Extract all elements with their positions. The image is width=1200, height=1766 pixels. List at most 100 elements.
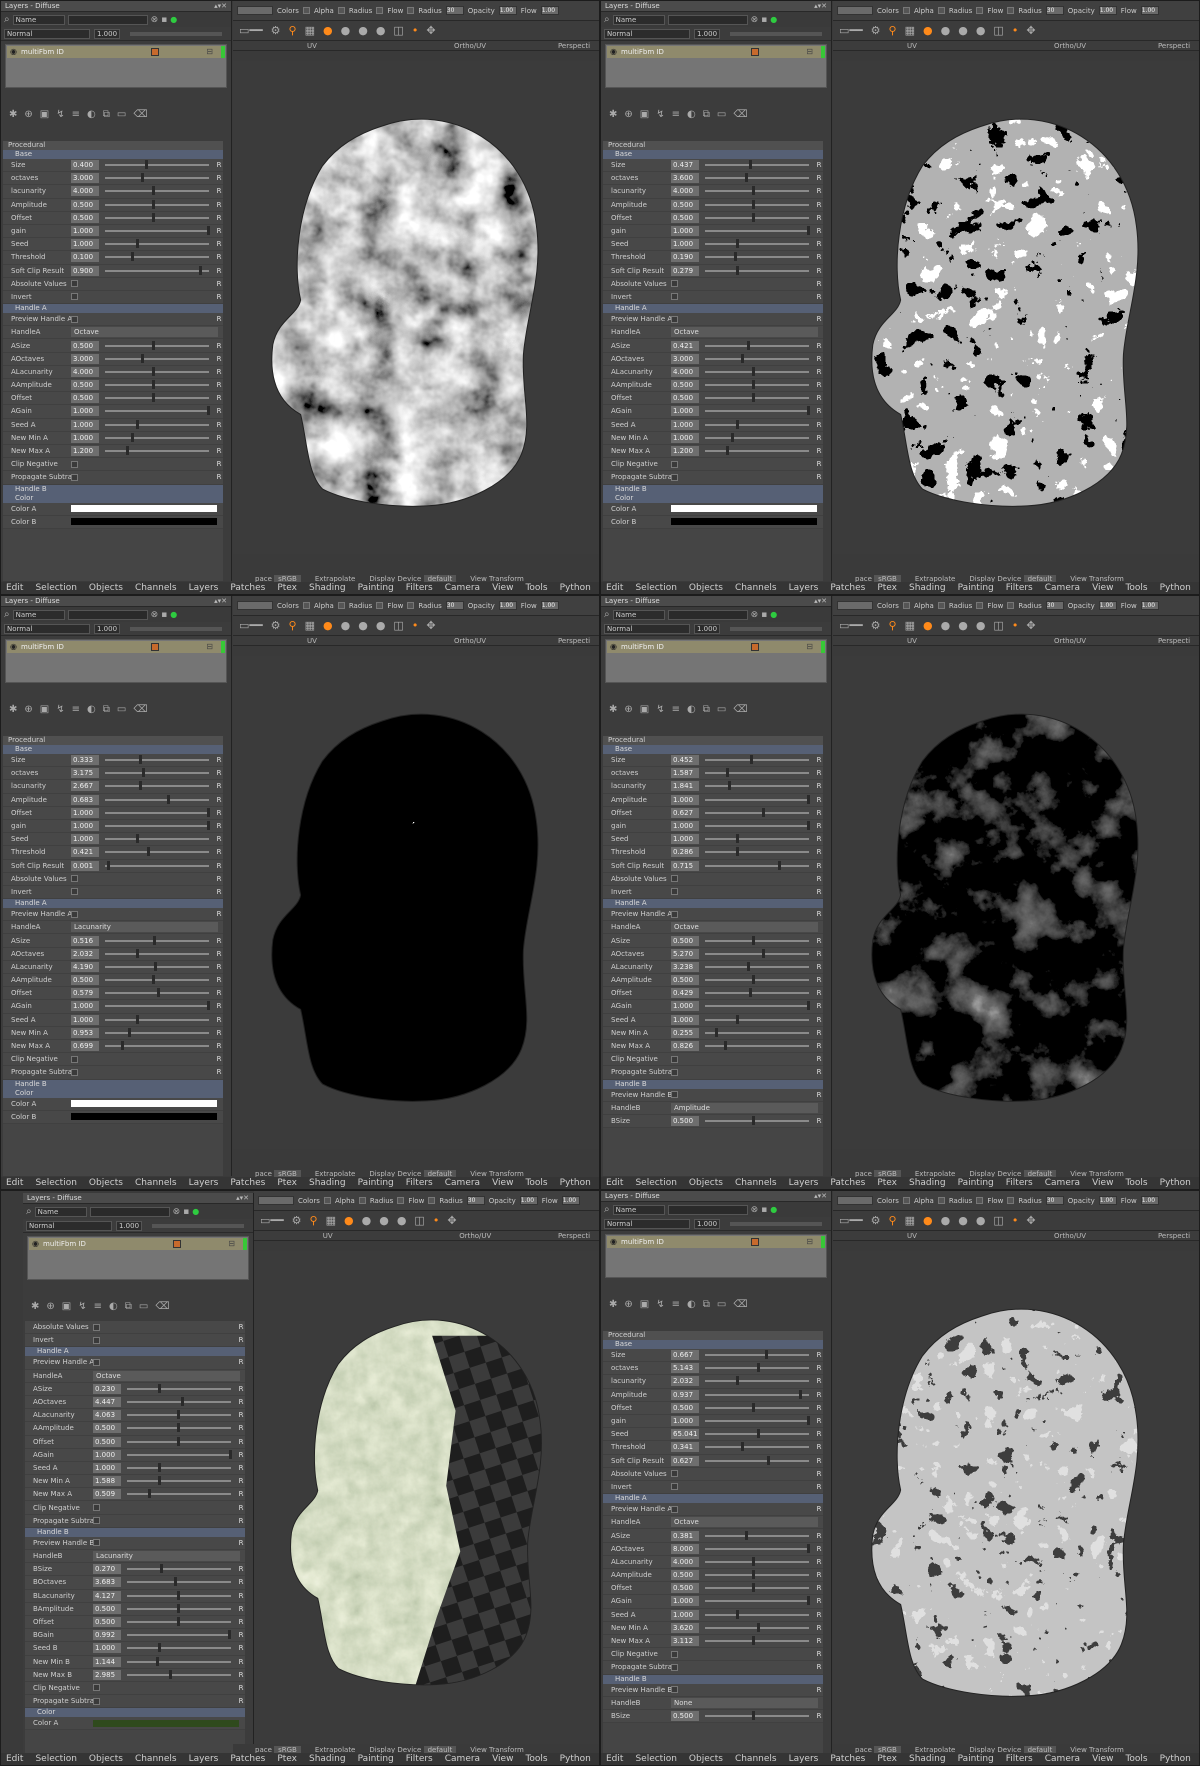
param-value-field[interactable]: 1.000 [671,419,699,430]
layer-item[interactable]: ◉ multiFbm ID ⊟ [607,46,825,58]
param-slider[interactable] [705,1001,810,1011]
viewport-scene[interactable] [833,1251,1199,1744]
radius-value-field[interactable]: 30 [445,601,464,610]
grid-icon[interactable]: ▦ [905,1214,915,1227]
slider-handle[interactable] [744,1530,748,1540]
reset-button[interactable]: R [215,187,223,195]
param-checkbox[interactable] [671,1686,678,1694]
group-header[interactable]: Color [3,493,223,503]
group-header[interactable]: Handle B [603,1674,823,1684]
mask-add-icon[interactable]: ◐ [87,109,96,120]
slider-handle[interactable] [757,1429,760,1439]
param-checkbox[interactable] [671,1055,678,1063]
reset-button[interactable]: R [237,1517,245,1525]
frame-icon[interactable]: ◫ [993,619,1003,632]
duplicate-icon[interactable]: ⧉ [103,704,110,715]
param-value-field[interactable]: 0.230 [93,1383,121,1394]
group-header[interactable]: Color [25,1708,245,1718]
opacity-slider[interactable] [730,31,822,36]
tab-ortho-uv[interactable]: Ortho/UV [991,636,1149,645]
group-header[interactable]: Color [603,493,823,503]
color-swatch[interactable] [71,1100,217,1108]
param-slider[interactable] [705,1115,809,1125]
alpha-checkbox[interactable] [937,1197,945,1204]
alpha-checkbox[interactable] [337,602,345,609]
menu-item[interactable]: Edit [6,583,23,593]
reset-button[interactable]: R [237,1658,245,1666]
param-checkbox[interactable] [671,473,678,481]
sphere-3-icon[interactable]: ● [397,1214,407,1227]
menu-item[interactable]: Camera [1045,583,1080,593]
tab-perspective[interactable]: Perspecti [549,636,599,645]
alpha-checkbox[interactable] [937,7,945,14]
param-value-field[interactable]: 0.992 [93,1630,121,1641]
menu-item[interactable]: Layers [789,583,819,593]
param-slider[interactable] [705,1596,810,1606]
window-buttons-icon[interactable]: ▴▾✕ [236,1193,249,1204]
reset-button[interactable]: R [215,421,223,429]
param-slider[interactable] [105,794,209,804]
param-slider[interactable] [127,1656,231,1666]
reset-button[interactable]: R [815,1351,823,1359]
slider-handle[interactable] [151,366,155,376]
reset-button[interactable]: R [815,394,823,402]
param-value-field[interactable]: 1.000 [71,1014,99,1025]
slider-handle[interactable] [736,1609,740,1619]
move-icon[interactable]: ✥ [426,619,435,632]
param-value-field[interactable]: 3.683 [93,1577,121,1588]
reset-button[interactable]: R [215,315,223,323]
menu-item[interactable]: Channels [735,1754,777,1764]
slider-handle[interactable] [206,406,210,416]
slider-handle[interactable] [751,199,755,209]
param-slider[interactable] [705,199,809,209]
slider-handle[interactable] [131,432,134,442]
param-slider[interactable] [705,1376,809,1386]
param-value-field[interactable]: 0.190 [671,252,699,263]
param-dropdown[interactable]: Octave [671,1517,818,1528]
name-filter-select[interactable]: Name [12,14,65,25]
menu-item[interactable]: Camera [445,1754,480,1764]
group-icon[interactable]: ▣ [640,109,649,120]
param-slider[interactable] [105,807,210,817]
param-slider[interactable] [105,1027,209,1037]
menu-item[interactable]: Layers [189,1178,219,1188]
reset-button[interactable]: R [237,1618,245,1626]
menu-item[interactable]: Objects [89,583,123,593]
param-slider[interactable] [705,380,809,390]
menu-item[interactable]: Painting [958,1754,994,1764]
colors-checkbox[interactable] [323,1197,331,1204]
param-slider[interactable] [127,1489,231,1499]
reset-button[interactable]: R [815,1068,823,1076]
reset-button[interactable]: R [215,1068,223,1076]
param-value-field[interactable]: 0.500 [93,1603,121,1614]
material-ball-icon[interactable]: ● [323,619,333,632]
tab-perspective[interactable]: Perspecti [1149,636,1199,645]
param-value-field[interactable]: 3.000 [71,353,99,364]
slider-handle[interactable] [751,975,755,985]
param-dropdown[interactable]: Octave [671,922,818,933]
param-checkbox[interactable] [93,1336,100,1344]
param-slider[interactable] [105,988,209,998]
menu-item[interactable]: Filters [406,583,433,593]
reset-button[interactable]: R [237,1539,245,1547]
param-slider[interactable] [705,432,809,442]
sphere-icon[interactable]: ● [362,1214,372,1227]
menu-item[interactable]: Painting [358,1754,394,1764]
param-slider[interactable] [105,393,209,403]
param-checkbox[interactable] [671,1483,678,1491]
delete-layer-icon[interactable]: ⌫ [733,109,747,120]
slider-handle[interactable] [158,1462,162,1472]
reset-button[interactable]: R [815,381,823,389]
param-value-field[interactable]: 0.500 [671,1402,699,1413]
menu-item[interactable]: Patches [830,1178,865,1188]
mask-add-icon[interactable]: ◐ [687,1299,696,1310]
slider-handle[interactable] [806,1416,810,1426]
reset-button[interactable]: R [815,756,823,764]
reset-button[interactable]: R [815,174,823,182]
param-value-field[interactable]: 0.286 [671,847,699,858]
duplicate-icon[interactable]: ⧉ [703,1299,710,1310]
param-slider[interactable] [705,212,809,222]
reset-button[interactable]: R [215,963,223,971]
search-icon[interactable]: ⌕ [604,609,610,620]
slider-handle[interactable] [751,1570,755,1580]
